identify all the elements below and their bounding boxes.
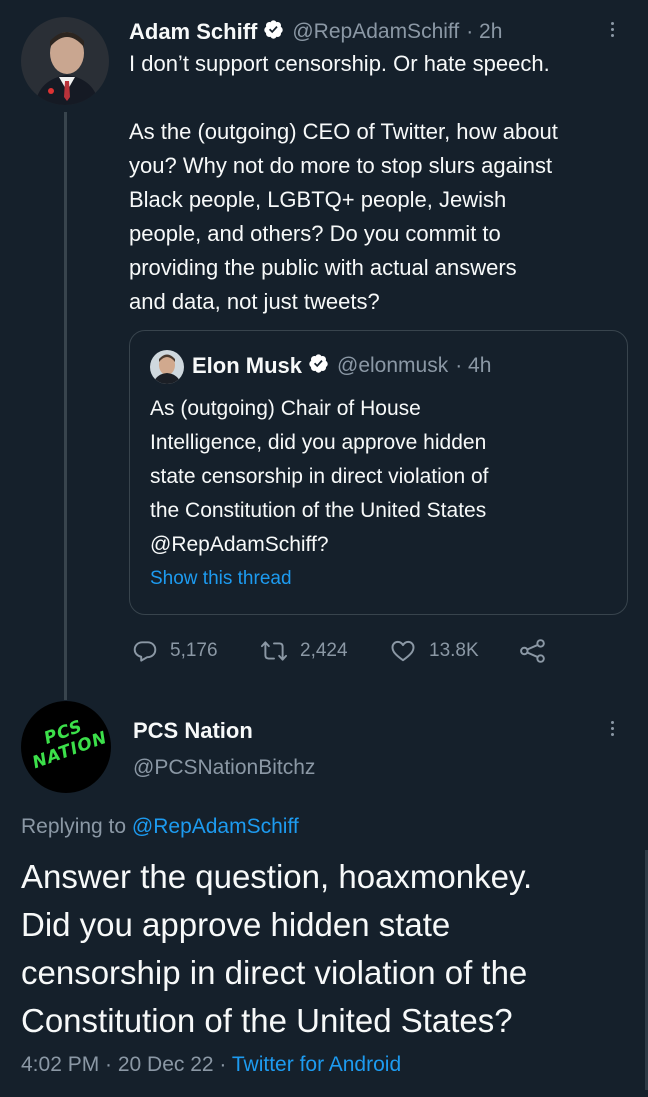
author-name[interactable]: Adam Schiff [129, 19, 257, 45]
schiff-avatar-image [21, 17, 109, 105]
pcs-nation-logo: PCS NATION [29, 716, 111, 774]
verified-icon [263, 19, 284, 45]
author-handle[interactable]: @RepAdamSchiff [292, 20, 459, 44]
avatar[interactable]: PCS NATION [21, 701, 111, 793]
quote-header: Elon Musk @elonmusk · 4h [192, 351, 491, 381]
show-thread-link[interactable]: Show this thread [150, 568, 292, 590]
thread-line [64, 112, 67, 700]
tweet-text: I don’t support censorship. Or hate spee… [129, 51, 558, 314]
reply-timestamp[interactable]: 4:02 PM · 20 Dec 22 · [21, 1053, 232, 1076]
tweet-header: Adam Schiff @RepAdamSchiff · 2h [129, 17, 502, 47]
reply-timestamp-row: 4:02 PM · 20 Dec 22 · Twitter for Androi… [21, 1053, 401, 1077]
avatar[interactable] [21, 17, 109, 105]
quoted-tweet[interactable]: Elon Musk @elonmusk · 4h As (outgoing) C… [129, 330, 628, 615]
reply-author-handle[interactable]: @PCSNationBitchz [133, 756, 315, 780]
replying-to-handle[interactable]: @RepAdamSchiff [132, 815, 299, 838]
quote-time: · 4h [455, 354, 492, 377]
reply-count: 5,176 [170, 640, 218, 661]
reply-icon [133, 641, 157, 662]
more-options-icon[interactable] [611, 721, 614, 736]
retweet-count: 2,424 [300, 640, 348, 661]
retweet-button[interactable]: 2,424 [260, 638, 348, 664]
more-options-icon[interactable] [611, 22, 614, 37]
quote-text: As (outgoing) Chair of House Intelligenc… [150, 397, 489, 556]
verified-icon [308, 353, 329, 379]
heart-icon [391, 640, 415, 662]
replying-to: Replying to @RepAdamSchiff [21, 815, 299, 839]
share-icon[interactable] [518, 638, 548, 669]
tweet-time[interactable]: · 2h [466, 20, 502, 44]
reply-author-name[interactable]: PCS Nation [133, 718, 253, 744]
musk-avatar [150, 350, 184, 384]
reply-button[interactable]: 5,176 [132, 638, 218, 664]
reply-text: Answer the question, hoaxmonkey. Did you… [21, 858, 533, 1039]
like-button[interactable]: 13.8K [389, 638, 479, 664]
replying-to-label: Replying to [21, 815, 132, 838]
reply-source[interactable]: Twitter for Android [232, 1053, 401, 1076]
quote-author-handle: @elonmusk [337, 354, 449, 377]
quote-author-name: Elon Musk [192, 353, 303, 378]
retweet-icon [260, 641, 288, 661]
like-count: 13.8K [429, 640, 479, 661]
